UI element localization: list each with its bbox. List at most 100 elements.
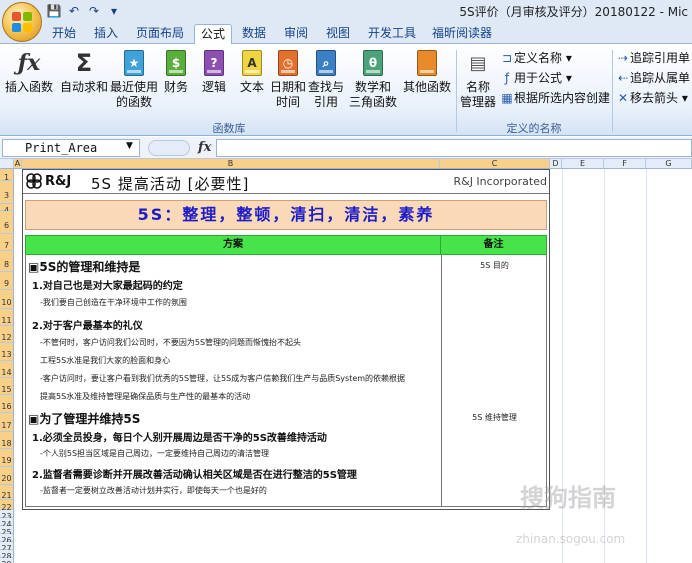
row-header[interactable]: 22: [0, 500, 14, 512]
row-header[interactable]: 28: [0, 550, 14, 561]
remove-arrows-button[interactable]: ✕ 移去箭头 ▾: [616, 90, 688, 106]
row-header[interactable]: 14: [0, 361, 14, 378]
row-header[interactable]: 16: [0, 395, 14, 413]
tab-page-layout[interactable]: 页面布局: [130, 24, 190, 44]
use-in-formula-button[interactable]: ƒ 用于公式 ▾: [500, 70, 572, 86]
logical-button[interactable]: ? 逻辑: [198, 48, 230, 95]
section-heading: ▣5S的管理和维持是: [28, 260, 141, 274]
redo-icon[interactable]: ↷: [86, 3, 102, 19]
lookup-book-icon: ⌕: [312, 48, 340, 78]
title-bar: 💾 ↶ ↷ ▾ 5S评价（月审核及评分）20180122 - Mic: [0, 0, 692, 22]
row-header[interactable]: 3: [0, 181, 14, 204]
undo-icon[interactable]: ↶: [66, 3, 82, 19]
company-name: R&J Incorporated: [453, 175, 547, 188]
row-header[interactable]: 8: [0, 251, 14, 272]
lookup-label-2: 引用: [313, 95, 338, 109]
row-header[interactable]: 26: [0, 534, 14, 545]
tab-review[interactable]: 审阅: [278, 24, 314, 44]
section-heading: ▣为了管理并维持5S: [28, 412, 141, 426]
trace-precedents-label: 追踪引用单: [630, 51, 691, 65]
save-icon[interactable]: 💾: [46, 3, 62, 19]
column-header-a[interactable]: A: [14, 159, 22, 169]
row-header[interactable]: 17: [0, 413, 14, 432]
row-header[interactable]: 19: [0, 449, 14, 467]
row-header[interactable]: 23: [0, 510, 14, 521]
row-header[interactable]: 24: [0, 518, 14, 529]
window-title: 5S评价（月审核及评分）20180122 - Mic: [459, 5, 688, 19]
column-header-c[interactable]: C: [440, 159, 550, 169]
datetime-book-icon: ◷: [274, 48, 302, 78]
list-item: 提高5S水准及维持管理是确保品质与生产性的最基本的活动: [40, 392, 251, 401]
trace-dependents-icon: ⇠: [617, 71, 629, 85]
recent-functions-button[interactable]: ★ 最近使用 的函数: [110, 48, 158, 110]
ribbon-tabs: 开始 插入 页面布局 公式 数据 审阅 视图 开发工具 福昕阅读器: [0, 22, 692, 44]
logical-book-icon: ?: [200, 48, 228, 78]
tab-formulas[interactable]: 公式: [194, 24, 233, 44]
column-header-g[interactable]: G: [646, 159, 692, 169]
datetime-button[interactable]: ◷ 日期和 时间: [270, 48, 306, 110]
lookup-label: 查找与: [308, 80, 345, 94]
trace-dependents-button[interactable]: ⇠ 追踪从属单: [616, 70, 690, 86]
tab-insert[interactable]: 插入: [88, 24, 124, 44]
subsection-heading: 1.必须全员投身，每日个人别开展周边是否干净的5S改善维持活动: [32, 433, 327, 444]
insert-function-fx-icon[interactable]: fx: [198, 140, 211, 155]
insert-function-button[interactable]: ƒx 插入函数: [4, 48, 54, 95]
office-button[interactable]: [2, 2, 42, 42]
math-book-icon: θ: [359, 48, 387, 78]
row-header[interactable]: 18: [0, 432, 14, 449]
note-cell: 5S 目的: [480, 261, 509, 270]
column-header-d[interactable]: D: [550, 159, 562, 169]
math-button[interactable]: θ 数学和 三角函数: [348, 48, 398, 110]
row-header[interactable]: 9: [0, 272, 14, 290]
name-manager-button[interactable]: ▤ 名称 管理器: [458, 48, 498, 110]
more-functions-button[interactable]: 其他函数: [402, 48, 452, 95]
recent-label-2: 的函数: [115, 95, 152, 109]
name-manager-label-2: 管理器: [459, 95, 496, 109]
row-header[interactable]: 7: [0, 234, 14, 251]
remove-arrows-label: 移去箭头: [630, 91, 679, 105]
text-button[interactable]: A 文本: [236, 48, 268, 95]
row-header[interactable]: 27: [0, 542, 14, 553]
tab-view[interactable]: 视图: [320, 24, 356, 44]
row-header[interactable]: 21: [0, 485, 14, 500]
sigma-icon: Σ: [75, 48, 93, 77]
name-manager-label: 名称: [465, 80, 490, 94]
row-header[interactable]: 15: [0, 378, 14, 395]
select-all-corner[interactable]: [0, 159, 14, 169]
customize-qat-icon[interactable]: ▾: [106, 3, 122, 19]
column-header-e[interactable]: E: [562, 159, 604, 169]
tab-developer[interactable]: 开发工具: [362, 24, 422, 44]
create-from-selection-button[interactable]: ▦根据所选内容创建: [500, 90, 610, 106]
tab-data[interactable]: 数据: [236, 24, 272, 44]
autosum-button[interactable]: Σ 自动求和: [60, 48, 108, 95]
name-box[interactable]: Print_Area: [2, 139, 140, 157]
define-name-button[interactable]: ⊐ 定义名称 ▾: [500, 50, 572, 66]
row-header[interactable]: 4: [0, 204, 14, 215]
tab-home[interactable]: 开始: [46, 24, 82, 44]
formula-bar-grip[interactable]: [148, 140, 190, 156]
trace-precedents-button[interactable]: ⇢ 追踪引用单: [616, 50, 690, 66]
row-header[interactable]: 20: [0, 467, 14, 485]
column-header-b[interactable]: B: [22, 159, 440, 169]
subsection-heading: 1.对自己也是对大家最起码的约定: [32, 281, 183, 292]
lookup-button[interactable]: ⌕ 查找与 引用: [308, 48, 344, 110]
column-header-f[interactable]: F: [604, 159, 646, 169]
row-header[interactable]: 12: [0, 326, 14, 343]
create-from-selection-label: 根据所选内容创建: [514, 91, 611, 105]
ribbon-body: ƒx 插入函数 Σ 自动求和 ★ 最近使用 的函数 $ 财务 ? 逻辑 A 文本…: [0, 44, 692, 136]
group-defined-names-label: 定义的名称: [506, 122, 562, 135]
financial-button[interactable]: $ 财务: [160, 48, 192, 95]
row-header[interactable]: 6: [0, 211, 14, 234]
row-header[interactable]: 13: [0, 343, 14, 361]
row-header[interactable]: 10: [0, 290, 14, 309]
name-manager-icon: ▤: [469, 52, 487, 74]
print-area: R&J 5S 提高活动 [必要性] R&J Incorporated 5S：整理…: [22, 169, 550, 510]
row-header[interactable]: 11: [0, 309, 14, 326]
formula-input[interactable]: [216, 139, 692, 157]
row-header[interactable]: 1: [0, 169, 14, 182]
name-box-dropdown-icon[interactable]: ▼: [126, 141, 133, 151]
tab-foxit-reader[interactable]: 福昕阅读器: [426, 24, 498, 44]
note-cell: 5S 维持管理: [472, 413, 517, 422]
row-header[interactable]: 29: [0, 558, 14, 563]
row-header[interactable]: 25: [0, 526, 14, 537]
